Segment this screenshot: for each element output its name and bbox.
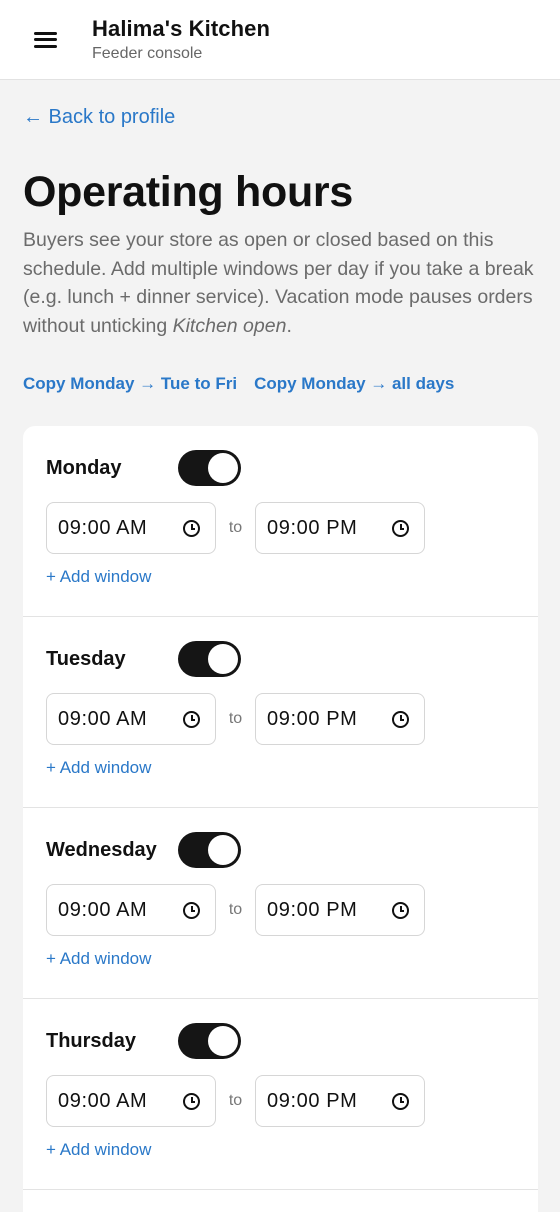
toggle-knob (208, 1026, 238, 1056)
time-window: 09:00 AM to 09:00 PM (46, 502, 538, 554)
hamburger-menu-icon[interactable] (34, 31, 58, 49)
clock-icon[interactable] (183, 519, 200, 537)
start-time-value: 09:00 AM (58, 898, 148, 921)
start-time-input[interactable]: 09:00 AM (46, 884, 216, 936)
day-open-toggle[interactable] (178, 450, 241, 486)
copy-actions: Copy Monday → Tue to Fri Copy Monday → a… (23, 374, 454, 394)
add-window-button[interactable]: + Add window (46, 949, 151, 969)
intro-text: Buyers see your store as open or closed … (23, 226, 538, 341)
clock-icon[interactable] (183, 901, 200, 919)
day-row-thursday: Thursday 09:00 AM to 09:00 PM + Add wind… (23, 999, 538, 1190)
intro-text-emphasis: Kitchen open (172, 315, 287, 338)
start-time-value: 09:00 AM (58, 516, 148, 539)
page-title: Operating hours (23, 168, 353, 216)
day-name: Thursday (46, 1029, 137, 1052)
end-time-value: 09:00 PM (267, 898, 358, 921)
range-separator: to (228, 1092, 243, 1109)
schedule-card: Monday 09:00 AM to 09:00 PM + Add window… (23, 426, 538, 1212)
toggle-knob (208, 835, 238, 865)
end-time-input[interactable]: 09:00 PM (255, 1075, 425, 1127)
range-separator: to (228, 519, 243, 536)
start-time-value: 09:00 AM (58, 707, 148, 730)
time-window: 09:00 AM to 09:00 PM (46, 693, 538, 745)
time-window: 09:00 AM to 09:00 PM (46, 884, 538, 936)
clock-icon[interactable] (392, 519, 409, 537)
add-window-button[interactable]: + Add window (46, 1140, 151, 1160)
day-name: Wednesday (46, 838, 157, 861)
end-time-input[interactable]: 09:00 PM (255, 693, 425, 745)
day-name: Monday (46, 456, 122, 479)
day-row-tuesday: Tuesday 09:00 AM to 09:00 PM + Add windo… (23, 617, 538, 808)
range-separator: to (228, 901, 243, 918)
day-name: Tuesday (46, 647, 126, 670)
add-window-button[interactable]: + Add window (46, 758, 151, 778)
start-time-value: 09:00 AM (58, 1089, 148, 1112)
end-time-input[interactable]: 09:00 PM (255, 884, 425, 936)
top-bar: Halima's Kitchen Feeder console (0, 0, 560, 80)
toggle-knob (208, 453, 238, 483)
end-time-input[interactable]: 09:00 PM (255, 502, 425, 554)
day-row-monday: Monday 09:00 AM to 09:00 PM + Add window (23, 426, 538, 617)
day-open-toggle[interactable] (178, 641, 241, 677)
store-name: Halima's Kitchen (92, 16, 270, 41)
start-time-input[interactable]: 09:00 AM (46, 693, 216, 745)
copy-monday-weekdays-link[interactable]: Copy Monday → Tue to Fri (23, 374, 237, 394)
day-row-wednesday: Wednesday 09:00 AM to 09:00 PM + Add win… (23, 808, 538, 999)
brand: Halima's Kitchen Feeder console (92, 16, 270, 63)
end-time-value: 09:00 PM (267, 516, 358, 539)
clock-icon[interactable] (392, 1092, 409, 1110)
intro-text-end: . (286, 315, 292, 338)
console-subtitle: Feeder console (92, 45, 203, 62)
clock-icon[interactable] (392, 901, 409, 919)
clock-icon[interactable] (392, 710, 409, 728)
start-time-input[interactable]: 09:00 AM (46, 1075, 216, 1127)
add-window-button[interactable]: + Add window (46, 567, 151, 587)
end-time-value: 09:00 PM (267, 1089, 358, 1112)
time-window: 09:00 AM to 09:00 PM (46, 1075, 538, 1127)
day-open-toggle[interactable] (178, 1023, 241, 1059)
clock-icon[interactable] (183, 1092, 200, 1110)
range-separator: to (228, 710, 243, 727)
end-time-value: 09:00 PM (267, 707, 358, 730)
start-time-input[interactable]: 09:00 AM (46, 502, 216, 554)
clock-icon[interactable] (183, 710, 200, 728)
copy-monday-all-days-link[interactable]: Copy Monday → all days (254, 374, 454, 394)
back-to-profile-link[interactable]: ← Back to profile (23, 106, 175, 129)
toggle-knob (208, 644, 238, 674)
day-open-toggle[interactable] (178, 832, 241, 868)
